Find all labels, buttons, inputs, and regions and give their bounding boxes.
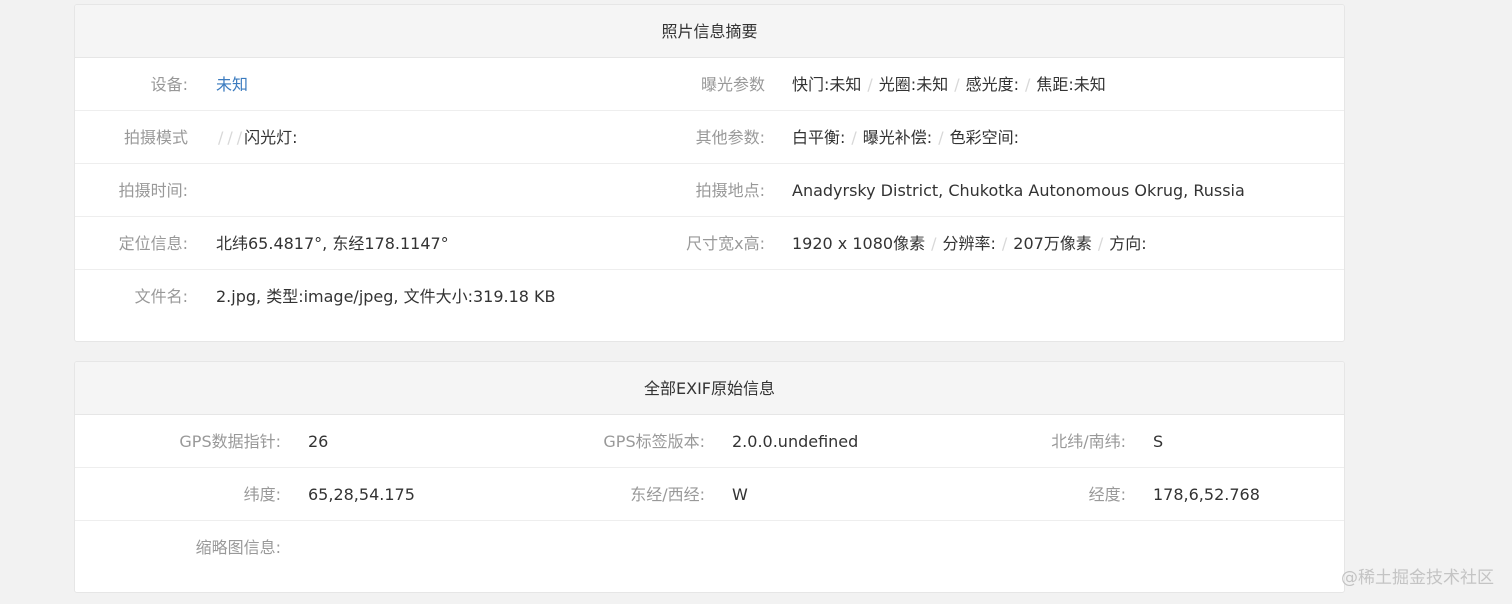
size-label: 尺寸宽x高:	[686, 234, 765, 253]
place-value: Anadyrsky District, Chukotka Autonomous …	[792, 181, 1245, 200]
separator: /	[218, 128, 224, 147]
exposure-comp-value: 曝光补偿:	[862, 128, 933, 147]
exif-row: GPS数据指针: 26 GPS标签版本: 2.0.0.undefined 北纬/…	[75, 415, 1344, 468]
white-balance-value: 白平衡:	[792, 128, 846, 147]
thumbnail-label: 缩略图信息:	[195, 538, 281, 557]
longitude-ref-value: W	[732, 485, 748, 504]
mode-values: / / / 闪光灯:	[216, 111, 298, 164]
exif-row: 纬度: 65,28,54.175 东经/西经: W 经度: 178,6,52.7…	[75, 468, 1344, 521]
exif-panel: 全部EXIF原始信息 GPS数据指针: 26 GPS标签版本: 2.0.0.un…	[74, 361, 1345, 593]
other-params-values: 白平衡: / 曝光补偿: / 色彩空间:	[792, 111, 1019, 164]
size-values: 1920 x 1080像素 / 分辨率: / 207万像素 / 方向:	[792, 217, 1147, 270]
exif-row-thumbnail: 缩略图信息:	[75, 521, 1344, 574]
summary-row-location: 定位信息: 北纬65.4817°, 东经178.1147° 尺寸宽x高: 192…	[75, 217, 1344, 270]
size-dims: 1920 x 1080像素	[792, 234, 926, 253]
separator: /	[227, 128, 233, 147]
gps-pointer-label: GPS数据指针:	[179, 432, 281, 451]
exif-title: 全部EXIF原始信息	[75, 362, 1344, 415]
location-value: 北纬65.4817°, 东经178.1147°	[216, 234, 449, 253]
summary-row-file: 文件名: 2.jpg, 类型:image/jpeg, 文件大小:319.18 K…	[75, 270, 1344, 323]
separator: /	[867, 75, 873, 94]
device-link[interactable]: 未知	[216, 58, 248, 111]
resolution-label: 分辨率:	[942, 234, 996, 253]
pixels-value: 207万像素	[1013, 234, 1092, 253]
gps-pointer-value: 26	[308, 432, 329, 451]
aperture-value: 光圈:未知	[878, 75, 949, 94]
separator: /	[851, 128, 857, 147]
separator: /	[954, 75, 960, 94]
latitude-ref-label: 北纬/南纬:	[1051, 432, 1126, 451]
shutter-value: 快门:未知	[792, 75, 862, 94]
gps-version-label: GPS标签版本:	[603, 432, 705, 451]
device-label: 设备:	[150, 75, 188, 94]
latitude-label: 纬度:	[243, 485, 281, 504]
mode-label: 拍摄模式	[123, 128, 188, 147]
color-space-value: 色彩空间:	[949, 128, 1019, 147]
focal-value: 焦距:未知	[1036, 75, 1106, 94]
file-label: 文件名:	[134, 287, 188, 306]
longitude-label: 经度:	[1088, 485, 1126, 504]
file-value: 2.jpg, 类型:image/jpeg, 文件大小:319.18 KB	[216, 287, 556, 306]
separator: /	[236, 128, 243, 147]
latitude-value: 65,28,54.175	[308, 485, 415, 504]
time-label: 拍摄时间:	[118, 181, 188, 200]
exposure-label: 曝光参数	[700, 75, 765, 94]
watermark: @稀土掘金技术社区	[1341, 568, 1494, 588]
exposure-values: 快门:未知 / 光圈:未知 / 感光度: / 焦距:未知	[792, 58, 1106, 111]
location-label: 定位信息:	[118, 234, 188, 253]
gps-version-value: 2.0.0.undefined	[732, 432, 859, 451]
separator: /	[1025, 75, 1031, 94]
latitude-ref-value: S	[1153, 432, 1164, 451]
summary-title: 照片信息摘要	[75, 5, 1344, 58]
separator: /	[931, 234, 937, 253]
summary-row-device: 设备: 未知 曝光参数 快门:未知 / 光圈:未知 / 感光度: / 焦距:未知	[75, 58, 1344, 111]
photo-summary-panel: 照片信息摘要 设备: 未知 曝光参数 快门:未知 / 光圈:未知 / 感光度: / 焦距:未…	[74, 4, 1345, 342]
separator: /	[1001, 234, 1008, 253]
summary-row-time: 拍摄时间: 拍摄地点: Anadyrsky District, Chukotka…	[75, 164, 1344, 217]
separator: /	[938, 128, 944, 147]
iso-value: 感光度:	[965, 75, 1019, 94]
longitude-value: 178,6,52.768	[1153, 485, 1260, 504]
separator: /	[1097, 234, 1104, 253]
longitude-ref-label: 东经/西经:	[630, 485, 705, 504]
flash-value: 闪光灯:	[244, 128, 298, 147]
place-label: 拍摄地点:	[695, 181, 765, 200]
other-params-label: 其他参数:	[695, 128, 765, 147]
orientation-value: 方向:	[1109, 234, 1147, 253]
summary-row-mode: 拍摄模式 / / / 闪光灯: 其他参数: 白平衡: / 曝光补偿: / 色彩空间:	[75, 111, 1344, 164]
